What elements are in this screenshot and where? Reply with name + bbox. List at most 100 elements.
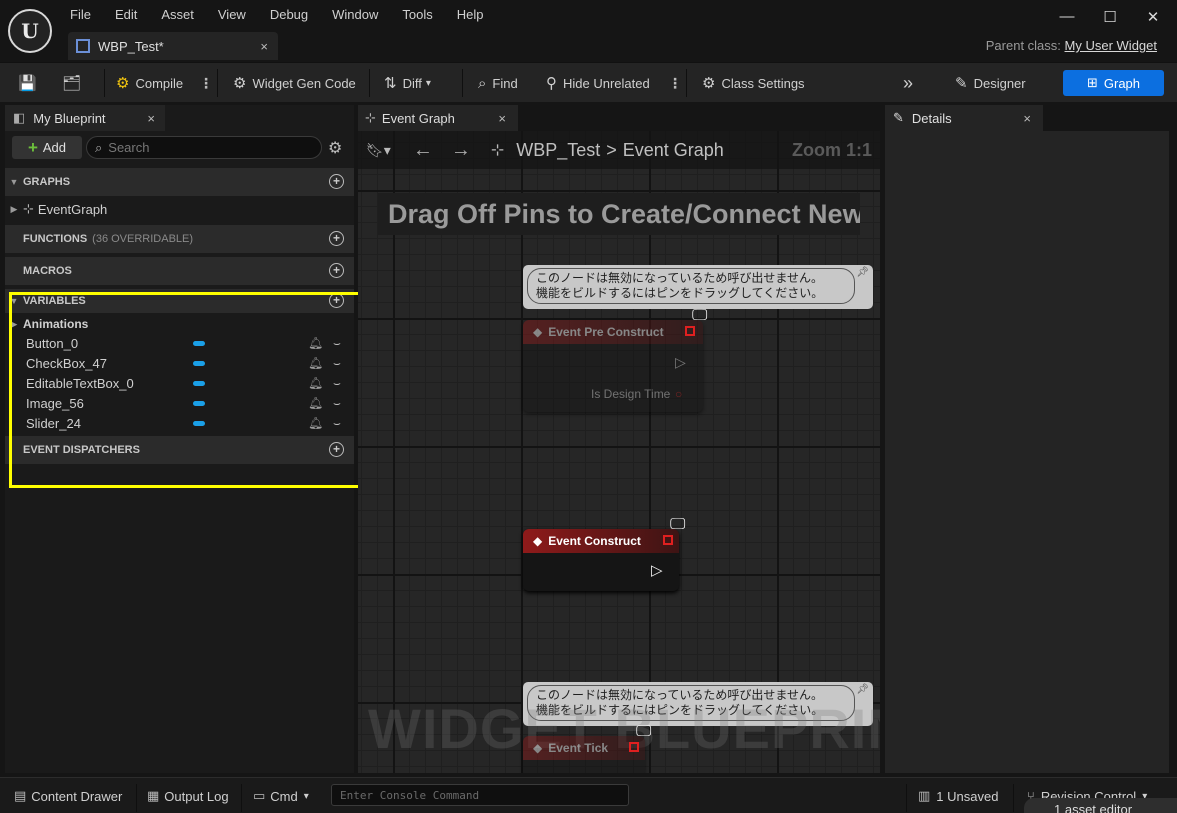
node-title: Event Construct (548, 534, 641, 548)
node-header: ◆ Event Pre Construct (523, 320, 703, 344)
content-drawer-label: Content Drawer (31, 788, 123, 804)
delegate-pin-icon[interactable] (663, 535, 673, 545)
find-button[interactable]: ⌕ Find (478, 63, 518, 103)
zoom-level: Zoom 1:1 (791, 140, 872, 160)
node-event-construct[interactable]: ◆ Event Construct ▷ (523, 529, 679, 591)
disabled-node-comment: このノードは無効になっているため呼び出せません。 機能をビルドするにはピンをドラ… (523, 265, 873, 309)
status-bar: ▤ Content Drawer ▦ Output Log ▭ Cmd ▾ En… (0, 777, 1177, 813)
browse-button[interactable]: 🗂 (62, 63, 87, 103)
section-functions-label: FUNCTIONS (23, 233, 88, 245)
more-options-icon[interactable]: » (903, 63, 913, 103)
delegate-pin-icon[interactable] (629, 742, 639, 752)
designer-brush-icon: ✎ (955, 75, 968, 92)
compile-options-icon[interactable]: ⋮ (199, 63, 213, 103)
my-blueprint-tab[interactable]: ◧ My Blueprint × (5, 105, 165, 131)
bool-pin-icon[interactable]: ○ (675, 387, 682, 401)
close-tab-icon[interactable]: × (147, 111, 155, 126)
output-log-button[interactable]: ▦ Output Log (147, 778, 229, 813)
section-macros[interactable]: MACROS + (5, 257, 354, 285)
event-graph-tab[interactable]: ⊹ Event Graph × (358, 105, 518, 131)
menu-help[interactable]: Help (457, 7, 484, 22)
menu-window[interactable]: Window (332, 7, 378, 22)
comment-line: このノードは無効になっているため呼び出せません。 (536, 271, 824, 285)
toolbar: 💾 🗂 ⚙ Compile ⋮ ⚙ Widget Gen Code ⇅ Diff… (0, 62, 1177, 102)
statusbar-divider (1013, 784, 1014, 812)
graph-item-eventgraph[interactable]: ▶ ⊹ EventGraph (5, 199, 354, 219)
cmd-dropdown[interactable]: ▭ Cmd ▾ (253, 778, 309, 813)
section-macros-label: MACROS (23, 265, 72, 277)
document-tab-wbp-test[interactable]: WBP_Test* × (68, 32, 278, 60)
node-title: Event Tick (548, 741, 609, 755)
console-command-input[interactable]: Enter Console Command (331, 784, 629, 806)
save-button[interactable]: 💾 (18, 63, 43, 103)
back-arrow-icon[interactable]: ← (413, 139, 433, 162)
title-bar: U File Edit Asset View Debug Window Tool… (0, 0, 1177, 62)
search-placeholder: Search (108, 140, 150, 155)
add-function-icon[interactable]: + (329, 231, 344, 246)
node-event-tick[interactable]: ◆ Event Tick (523, 736, 645, 773)
hide-unrelated-button[interactable]: ⚲ Hide Unrelated (546, 63, 650, 103)
hide-unrelated-options-icon[interactable]: ⋮ (668, 63, 682, 103)
settings-gear-icon[interactable]: ⚙ (328, 138, 342, 158)
statusbar-divider (906, 784, 907, 812)
comment-line: 機能をビルドするにはピンをドラッグしてください。 (536, 286, 824, 300)
graph-hint-text: Drag Off Pins to Create/Connect New Node… (388, 198, 860, 229)
search-input[interactable]: ⌕ Search (86, 136, 322, 159)
parent-class-info: Parent class: My User Widget (986, 38, 1157, 53)
breadcrumb-separator: > (606, 139, 617, 160)
widget-gen-code-label: Widget Gen Code (252, 75, 356, 91)
section-graphs[interactable]: ▼ GRAPHS + (5, 168, 354, 196)
pin-icon[interactable]: 📌︎ (856, 684, 869, 695)
close-window-icon[interactable]: ✕ (1143, 8, 1163, 26)
graph-canvas[interactable]: 🔖︎▾ ← → ⊹ WBP_Test > Event Graph Zoom 1:… (358, 131, 880, 773)
node-event-pre-construct[interactable]: ◆ Event Pre Construct ▷ Is Design Time ○ (523, 320, 703, 412)
diff-button[interactable]: ⇅ Diff ▾ (384, 63, 431, 103)
unreal-logo-icon[interactable]: U (8, 9, 52, 53)
forward-arrow-icon[interactable]: → (451, 139, 471, 162)
graph-item-label: EventGraph (37, 201, 108, 217)
bookmark-icon[interactable]: 🔖︎▾ (366, 142, 391, 159)
menu-tools[interactable]: Tools (402, 7, 432, 22)
widget-blueprint-icon (76, 39, 90, 53)
monitor-client-icon: 🖵 (692, 307, 708, 324)
section-graphs-label: GRAPHS (23, 176, 71, 188)
close-tab-icon[interactable]: × (1023, 111, 1031, 126)
settings-gear-icon: ⚙ (702, 75, 716, 92)
add-macro-icon[interactable]: + (329, 263, 344, 278)
details-tab[interactable]: ✎ Details × (885, 105, 1043, 131)
menu-bar: File Edit Asset View Debug Window Tools … (70, 7, 508, 22)
close-tab-icon[interactable]: × (260, 39, 268, 54)
parent-class-link[interactable]: My User Widget (1065, 38, 1157, 53)
class-settings-button[interactable]: ⚙ Class Settings (702, 63, 805, 103)
menu-file[interactable]: File (70, 7, 91, 22)
exec-out-pin-icon[interactable]: ▷ (675, 354, 686, 371)
unsaved-button[interactable]: ▥ 1 Unsaved (918, 778, 998, 813)
menu-view[interactable]: View (218, 7, 246, 22)
delegate-pin-icon[interactable] (685, 326, 695, 336)
content-drawer-button[interactable]: ▤ Content Drawer (14, 778, 122, 813)
minimize-icon[interactable]: — (1057, 8, 1077, 25)
add-graph-icon[interactable]: + (329, 174, 344, 189)
widget-gen-code-button[interactable]: ⚙ Widget Gen Code (233, 63, 356, 103)
details-tab-label: Details (911, 110, 952, 126)
compile-button[interactable]: ⚙ Compile (116, 63, 183, 103)
add-button[interactable]: + Add (12, 136, 82, 159)
menu-debug[interactable]: Debug (270, 7, 308, 22)
add-label: Add (42, 140, 67, 155)
close-tab-icon[interactable]: × (498, 111, 506, 126)
pin-icon[interactable]: 📌︎ (856, 267, 869, 278)
graph-mode-button[interactable]: ⊞ Graph (1063, 70, 1164, 96)
designer-button[interactable]: ✎ Designer (955, 63, 1026, 103)
menu-asset[interactable]: Asset (161, 7, 194, 22)
section-functions[interactable]: FUNCTIONS (36 OVERRIDABLE) + (5, 225, 354, 253)
search-icon: ⌕ (95, 139, 103, 155)
chevron-down-icon: ▾ (425, 77, 431, 89)
exec-out-pin-icon[interactable]: ▷ (651, 561, 663, 579)
asset-editor-notification[interactable]: 1 asset editor (1024, 798, 1177, 813)
output-log-icon: ▦ (147, 788, 160, 803)
event-graph-tab-label: Event Graph (381, 110, 455, 126)
unsaved-files-icon: ▥ (918, 788, 931, 803)
menu-edit[interactable]: Edit (115, 7, 137, 22)
breadcrumb-blueprint[interactable]: WBP_Test (516, 140, 600, 161)
maximize-icon[interactable]: ☐ (1100, 8, 1120, 26)
